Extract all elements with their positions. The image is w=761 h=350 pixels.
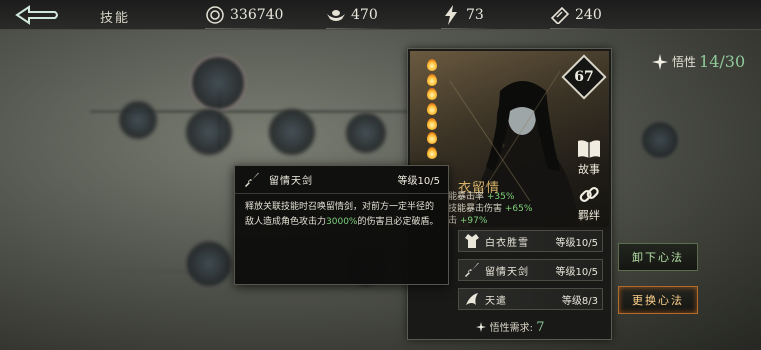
stamina-counter: 73 — [441, 4, 494, 29]
story-label: 故事 — [578, 163, 600, 176]
skill-tree-node[interactable] — [118, 100, 158, 140]
sword-icon — [463, 261, 481, 279]
flame-icon — [427, 117, 437, 130]
bond-button[interactable]: 羁绊 — [574, 183, 604, 223]
skill-tree-node[interactable] — [190, 55, 246, 111]
insight-counter: 悟性 14/30 — [652, 52, 745, 71]
story-button[interactable]: 故事 — [574, 137, 604, 177]
equip-row-sword[interactable]: 留情天剑 等级10/5 — [458, 259, 603, 281]
back-button[interactable] — [14, 4, 60, 26]
book-icon — [578, 140, 600, 158]
tooltip-description: 释放关联技能时召唤留情剑，对前方一定半径的敌人造成角色攻击力3000%的伤害且必… — [245, 202, 439, 227]
equip-level: 等级10/5 — [555, 266, 598, 278]
stamina-value: 73 — [466, 7, 484, 23]
skill-tree-node[interactable] — [185, 240, 233, 288]
ticket-icon — [550, 5, 570, 25]
sparkle-icon — [652, 53, 668, 70]
page-title: 技能 — [100, 11, 131, 26]
insight-value: 14/30 — [699, 52, 746, 71]
bond-label: 羁绊 — [578, 209, 600, 222]
flame-icon — [427, 59, 437, 71]
unload-skill-button[interactable]: 卸下心法 — [618, 243, 698, 271]
back-arrow-icon — [15, 5, 58, 25]
equip-name: 天遣 — [485, 295, 507, 307]
tooltip-skill-name: 留情天剑 — [269, 176, 313, 187]
tooltip-skill-level: 等级10/5 — [397, 176, 440, 187]
equip-name: 白衣胜雪 — [485, 237, 529, 249]
flame-icon — [427, 73, 437, 86]
character-level: 67 — [574, 69, 594, 85]
change-skill-button[interactable]: 更换心法 — [618, 286, 698, 314]
ingot-value: 470 — [351, 7, 378, 23]
flame-icon — [427, 102, 437, 115]
skill-tree-node[interactable] — [185, 108, 233, 156]
flame-icon — [427, 132, 437, 145]
sparkle-icon — [476, 322, 487, 332]
skill-tooltip: 留情天剑 等级10/5 释放关联技能时召唤留情剑，对前方一定半径的敌人造成角色攻… — [234, 165, 449, 285]
equip-name: 留情天剑 — [485, 266, 529, 278]
equip-level: 等级10/5 — [555, 237, 598, 249]
tooltip-header: 留情天剑 等级10/5 — [235, 166, 448, 194]
requirement-value: 7 — [536, 320, 545, 335]
coin-value: 336740 — [230, 7, 284, 23]
insight-requirement: 悟性需求: 7 — [408, 319, 613, 335]
skill-tree-node[interactable] — [640, 120, 680, 160]
top-bar: 技能 336740 470 73 240 — [0, 0, 761, 30]
flame-icon — [427, 146, 437, 159]
skill-tree-node[interactable] — [345, 112, 387, 154]
equip-row-robe[interactable]: 白衣胜雪 等级10/5 — [458, 230, 603, 252]
stat-line: 击 +97% — [448, 216, 488, 226]
insight-label: 悟性 — [672, 55, 697, 69]
flame-icon — [427, 88, 437, 101]
lightning-icon — [441, 5, 461, 25]
coin-counter: 336740 — [205, 4, 294, 29]
ingot-counter: 470 — [326, 4, 388, 29]
equip-row-heaven[interactable]: 天遣 等级8/3 — [458, 288, 603, 310]
requirement-label: 悟性需求: — [489, 323, 534, 334]
skill-tree-node[interactable] — [268, 108, 316, 156]
sword-icon — [243, 171, 261, 189]
coin-icon — [205, 5, 225, 25]
equip-level: 等级8/3 — [561, 295, 598, 307]
ingot-icon — [326, 5, 346, 25]
star-flames — [424, 59, 440, 159]
chain-link-icon — [579, 186, 599, 203]
ticket-value: 240 — [575, 7, 602, 23]
robe-icon — [463, 232, 481, 250]
ticket-counter: 240 — [550, 4, 612, 29]
heaven-icon — [463, 290, 481, 308]
